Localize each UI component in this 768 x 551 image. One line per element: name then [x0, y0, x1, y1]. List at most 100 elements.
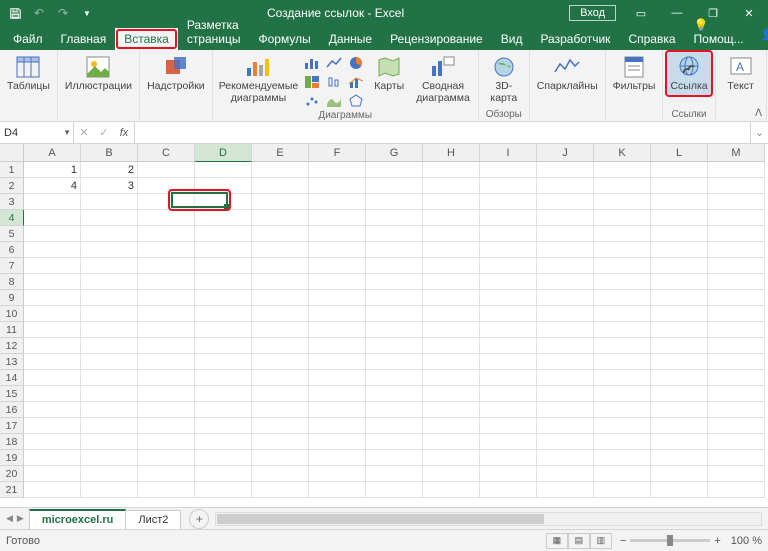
zoom-slider[interactable]	[630, 539, 710, 542]
col-header-H[interactable]: H	[423, 144, 480, 162]
tab-tellme[interactable]: 💡 Помощ...	[685, 14, 753, 50]
login-button[interactable]: Вход	[569, 5, 616, 21]
col-header-D[interactable]: D	[195, 144, 252, 162]
row-header-3[interactable]: 3	[0, 194, 24, 210]
sheet-tab-2[interactable]: Лист2	[125, 510, 181, 529]
cell-A1[interactable]: 1	[24, 162, 81, 178]
maps-button[interactable]: Карты	[368, 52, 410, 95]
cell-B1[interactable]: 2	[81, 162, 138, 178]
qat-dropdown-icon[interactable]: ▼	[76, 2, 98, 24]
3dmap-button[interactable]: 3D-карта	[483, 52, 525, 106]
cell-B2[interactable]: 3	[81, 178, 138, 194]
row-header-7[interactable]: 7	[0, 258, 24, 274]
tables-button[interactable]: Таблицы	[4, 52, 53, 95]
undo-icon[interactable]: ↶	[28, 2, 50, 24]
save-icon[interactable]	[4, 2, 26, 24]
column-chart-icon[interactable]	[302, 54, 322, 72]
tab-formulas[interactable]: Формулы	[249, 28, 319, 50]
sparklines-button[interactable]: Спарклайны	[534, 52, 601, 95]
row-header-11[interactable]: 11	[0, 322, 24, 338]
tab-data[interactable]: Данные	[320, 28, 381, 50]
expand-formula-bar-icon[interactable]: ⌄	[750, 122, 768, 143]
line-chart-icon[interactable]	[324, 54, 344, 72]
name-box[interactable]: D4 ▼	[0, 122, 74, 143]
row-header-2[interactable]: 2	[0, 178, 24, 194]
row-header-4[interactable]: 4	[0, 210, 24, 226]
col-header-A[interactable]: A	[24, 144, 81, 162]
col-header-J[interactable]: J	[537, 144, 594, 162]
hierarchy-chart-icon[interactable]	[302, 73, 322, 91]
row-header-12[interactable]: 12	[0, 338, 24, 354]
addins-button[interactable]: Надстройки	[144, 52, 208, 95]
tab-layout[interactable]: Разметка страницы	[178, 14, 250, 50]
col-header-I[interactable]: I	[480, 144, 537, 162]
tab-developer[interactable]: Разработчик	[531, 28, 619, 50]
tab-insert[interactable]: Вставка	[115, 28, 178, 50]
row-header-9[interactable]: 9	[0, 290, 24, 306]
worksheet-grid[interactable]: ABCDEFGHIJKLM 12345678910111213141516171…	[0, 144, 768, 507]
tab-help[interactable]: Справка	[619, 28, 684, 50]
stat-chart-icon[interactable]	[324, 73, 344, 91]
select-all-corner[interactable]	[0, 144, 24, 162]
share-button[interactable]: 👤 Общий доступ	[753, 18, 768, 50]
filters-button[interactable]: Фильтры	[610, 52, 659, 95]
sheet-tab-1[interactable]: microexcel.ru	[29, 509, 127, 529]
surface-chart-icon[interactable]	[324, 92, 344, 110]
horizontal-scrollbar[interactable]	[215, 512, 762, 526]
page-layout-view-icon[interactable]: ▤	[568, 533, 590, 549]
col-header-G[interactable]: G	[366, 144, 423, 162]
pivot-chart-button[interactable]: Сводная диаграмма	[412, 52, 474, 106]
zoom-out-button[interactable]: −	[620, 535, 626, 547]
text-button[interactable]: A Текст	[720, 52, 762, 95]
row-header-14[interactable]: 14	[0, 370, 24, 386]
col-header-C[interactable]: C	[138, 144, 195, 162]
row-header-6[interactable]: 6	[0, 242, 24, 258]
col-header-M[interactable]: M	[708, 144, 765, 162]
tab-review[interactable]: Рецензирование	[381, 28, 492, 50]
pie-chart-icon[interactable]	[346, 54, 366, 72]
group-illustrations: Иллюстрации	[58, 50, 140, 121]
cancel-formula-icon[interactable]: ✕	[74, 126, 94, 139]
scatter-chart-icon[interactable]	[302, 92, 322, 110]
row-header-19[interactable]: 19	[0, 450, 24, 466]
row-header-8[interactable]: 8	[0, 274, 24, 290]
namebox-dropdown-icon[interactable]: ▼	[63, 128, 71, 137]
redo-icon[interactable]: ↷	[52, 2, 74, 24]
row-header-18[interactable]: 18	[0, 434, 24, 450]
illustrations-button[interactable]: Иллюстрации	[62, 52, 135, 95]
collapse-ribbon-icon[interactable]: ᐱ	[755, 108, 762, 119]
add-sheet-button[interactable]: +	[189, 509, 209, 529]
row-header-1[interactable]: 1	[0, 162, 24, 178]
tab-file[interactable]: Файл	[4, 28, 52, 50]
tab-view[interactable]: Вид	[492, 28, 532, 50]
cells-area[interactable]: 1243	[24, 162, 768, 507]
zoom-in-button[interactable]: +	[714, 535, 720, 547]
col-header-K[interactable]: K	[594, 144, 651, 162]
ribbon-options-icon[interactable]: ▭	[624, 0, 658, 26]
row-header-16[interactable]: 16	[0, 402, 24, 418]
cell-A2[interactable]: 4	[24, 178, 81, 194]
link-button[interactable]: Ссылка	[667, 52, 710, 95]
fx-icon[interactable]: fx	[114, 127, 134, 139]
recommended-charts-button[interactable]: Рекомендуемые диаграммы	[217, 52, 301, 106]
tab-home[interactable]: Главная	[52, 28, 116, 50]
col-header-B[interactable]: B	[81, 144, 138, 162]
col-header-F[interactable]: F	[309, 144, 366, 162]
radar-chart-icon[interactable]	[346, 92, 366, 110]
row-header-10[interactable]: 10	[0, 306, 24, 322]
row-header-15[interactable]: 15	[0, 386, 24, 402]
enter-formula-icon[interactable]: ✓	[94, 126, 114, 139]
normal-view-icon[interactable]: ▦	[546, 533, 568, 549]
combo-chart-icon[interactable]	[346, 73, 366, 91]
row-header-13[interactable]: 13	[0, 354, 24, 370]
zoom-level[interactable]: 100 %	[731, 535, 762, 547]
page-break-view-icon[interactable]: ▥	[590, 533, 612, 549]
sheet-nav[interactable]: ◀▶	[0, 513, 30, 524]
col-header-L[interactable]: L	[651, 144, 708, 162]
formula-input[interactable]	[135, 122, 750, 143]
row-header-20[interactable]: 20	[0, 466, 24, 482]
col-header-E[interactable]: E	[252, 144, 309, 162]
row-header-21[interactable]: 21	[0, 482, 24, 498]
row-header-5[interactable]: 5	[0, 226, 24, 242]
row-header-17[interactable]: 17	[0, 418, 24, 434]
